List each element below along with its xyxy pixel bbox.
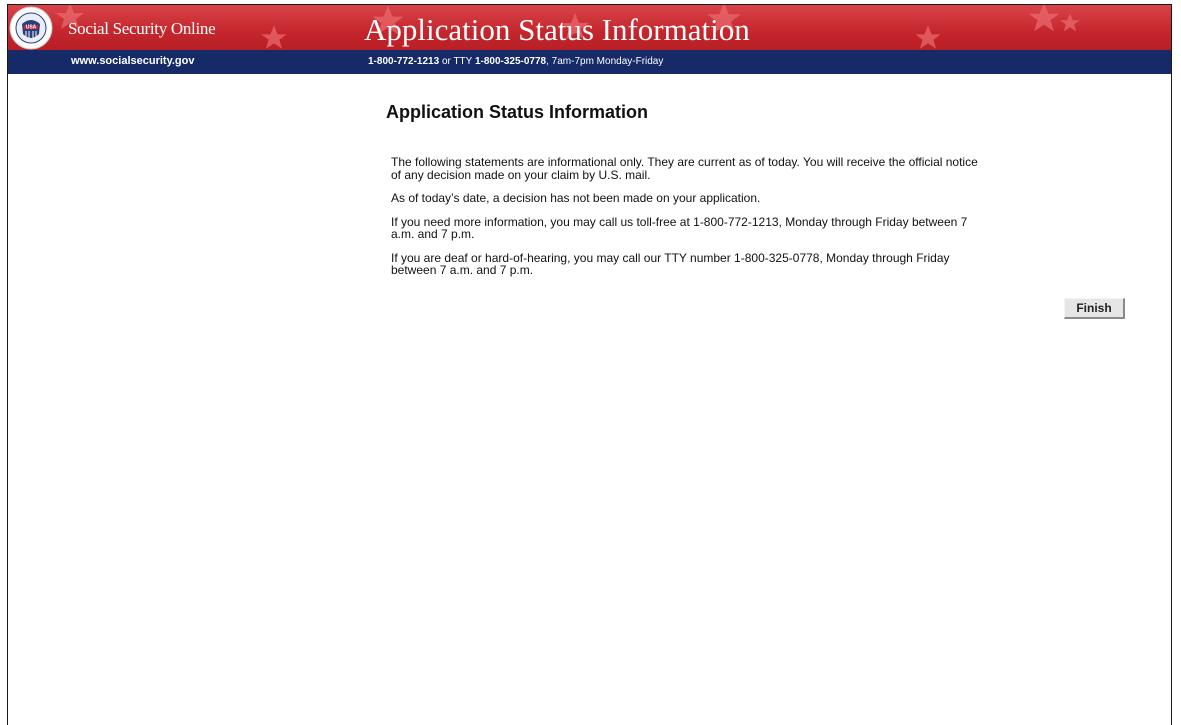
page-frame: USA Social Security Online Application S… — [7, 4, 1172, 725]
tty-number: 1-800-325-0778 — [474, 56, 547, 67]
phone-number: 1-800-772-1213 — [368, 56, 440, 67]
contact-bar: www.socialsecurity.gov 1-800-772-1213 or… — [8, 50, 1171, 74]
site-name[interactable]: Social Security Online — [68, 19, 216, 39]
or-tty-text: or TTY — [439, 56, 475, 67]
statement-paragraph: If you are deaf or hard-of-hearing, you … — [391, 250, 950, 277]
statement-paragraph: If you need more information, you may ca… — [391, 214, 968, 241]
finish-button[interactable]: Finish — [1064, 298, 1125, 319]
ssa-seal-logo: USA — [9, 6, 53, 50]
banner-title: Application Status Information — [364, 12, 750, 47]
hours-text: , 7am-7pm Monday-Friday — [546, 56, 664, 67]
header-banner: USA Social Security Online Application S… — [8, 5, 1171, 50]
status-statements: The following statements are information… — [391, 156, 981, 288]
statement-paragraph: The following statements are information… — [391, 155, 978, 182]
page-title: Application Status Information — [386, 102, 649, 122]
contact-phone-line: 1-800-772-1213 or TTY 1-800-325-0778, 7a… — [368, 56, 663, 67]
statement-paragraph: As of today’s date, a decision has not b… — [391, 191, 761, 205]
site-url-link[interactable]: www.socialsecurity.gov — [71, 55, 195, 67]
seal-usa-text: USA — [26, 25, 37, 31]
